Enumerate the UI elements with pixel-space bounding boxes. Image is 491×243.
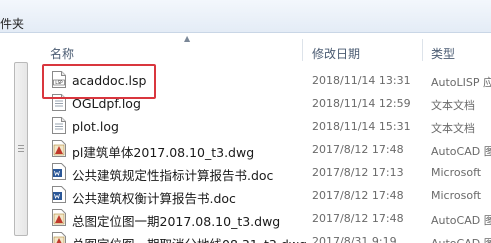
column-header-type[interactable]: 类型	[431, 45, 455, 62]
file-name[interactable]: pl建筑单体2017.08.10_t3.dwg	[72, 142, 254, 161]
file-type: AutoCAD 图	[431, 145, 491, 158]
file-date: 2017/8/31 9:19	[312, 235, 397, 243]
file-type: 文本文档	[431, 99, 475, 112]
file-row[interactable]: 总图定位图一期2017.08.10_t3.dwg 2017/8/12 17:48…	[34, 207, 491, 229]
file-row[interactable]: 公共建筑权衡计算报告书.doc 2017/8/12 17:48 Microsof…	[34, 184, 491, 206]
file-name[interactable]: 公共建筑规定性指标计算报告书.doc	[72, 165, 273, 184]
file-name[interactable]: 公共建筑权衡计算报告书.doc	[72, 188, 236, 207]
scrollbar-grip	[18, 148, 24, 149]
file-date: 2018/11/14 15:31	[312, 120, 411, 133]
column-divider[interactable]	[302, 39, 303, 61]
file-row[interactable]: pl建筑单体2017.08.10_t3.dwg 2017/8/12 17:48 …	[34, 138, 491, 160]
breadcrumb-folder[interactable]: 件夹	[0, 15, 24, 32]
doc-file-icon	[52, 186, 66, 203]
file-row[interactable]: 总图定位图一期取消分地线08.31_t3.dwg 2017/8/31 9:19 …	[34, 230, 491, 243]
file-type: Microsoft	[431, 166, 482, 179]
file-name[interactable]: plot.log	[72, 119, 119, 134]
column-header-name[interactable]: 名称	[50, 45, 74, 62]
highlight-box	[42, 64, 156, 99]
dwg-file-icon	[52, 140, 66, 157]
file-type: 文本文档	[431, 122, 475, 135]
scrollbar-grip	[18, 145, 24, 146]
file-type: AutoLISP 应	[431, 76, 491, 89]
column-header-date[interactable]: 修改日期	[312, 45, 360, 62]
breadcrumb-bar: 件夹	[0, 0, 491, 33]
column-header-row: ▲ 名称 修改日期 类型	[34, 33, 491, 61]
navigation-pane-scrollbar-thumb[interactable]	[14, 62, 28, 236]
doc-file-icon	[52, 163, 66, 180]
dwg-file-icon	[52, 232, 66, 243]
file-row[interactable]: 公共建筑规定性指标计算报告书.doc 2017/8/12 17:13 Micro…	[34, 161, 491, 183]
file-name[interactable]: 总图定位图一期取消分地线08.31_t3.dwg	[72, 234, 307, 243]
sort-up-icon: ▲	[184, 34, 191, 43]
file-date: 2017/8/12 17:48	[312, 212, 404, 225]
file-type: AutoCAD 图	[431, 235, 491, 243]
scrollbar-grip	[18, 151, 24, 152]
file-date: 2018/11/14 13:31	[312, 74, 411, 87]
file-date: 2017/8/12 17:13	[312, 166, 404, 179]
file-row[interactable]: plot.log 2018/11/14 15:31 文本文档	[34, 115, 491, 137]
file-name[interactable]: 总图定位图一期2017.08.10_t3.dwg	[72, 211, 280, 230]
file-type: AutoCAD 图	[431, 214, 491, 227]
text-file-icon	[52, 117, 66, 134]
file-date: 2018/11/14 12:59	[312, 97, 411, 110]
file-date: 2017/8/12 17:48	[312, 189, 404, 202]
file-type: Microsoft	[431, 189, 482, 202]
dwg-file-icon	[52, 209, 66, 226]
column-divider[interactable]	[422, 39, 423, 61]
file-date: 2017/8/12 17:48	[312, 143, 404, 156]
